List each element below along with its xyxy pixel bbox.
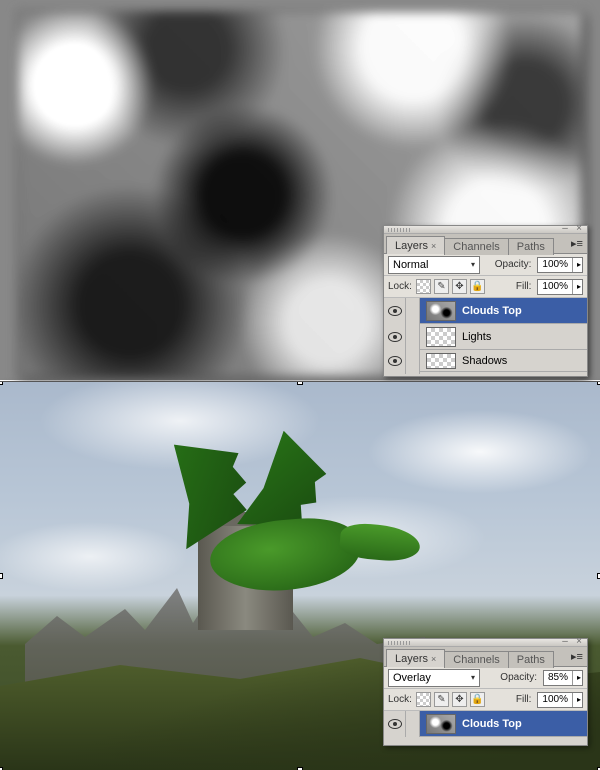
blend-mode-select[interactable]: Normal ▾ <box>388 256 480 274</box>
fill-input[interactable]: 100% ▸ <box>537 692 583 708</box>
popout-icon[interactable]: ▸ <box>572 258 582 272</box>
visibility-toggle[interactable] <box>384 324 406 350</box>
layers-panel-bottom[interactable]: – × Layers× Channels Paths ▸≡ Overlay ▾ … <box>383 638 588 746</box>
tab-paths[interactable]: Paths <box>508 238 554 255</box>
tab-close-icon[interactable]: × <box>431 654 436 664</box>
tab-channels[interactable]: Channels <box>444 651 508 668</box>
lock-position-icon[interactable]: ✥ <box>452 279 467 294</box>
popout-icon[interactable]: ▸ <box>572 671 582 685</box>
fill-label: Fill: <box>516 281 532 292</box>
dragon-art <box>150 440 410 600</box>
layer-row[interactable]: Shadows <box>384 350 587 372</box>
layer-row[interactable]: Clouds Top <box>384 711 587 737</box>
lock-position-icon[interactable]: ✥ <box>452 692 467 707</box>
layer-list-top: Clouds Top Lights Shadows <box>384 298 587 372</box>
panel-menu-icon[interactable]: ▸≡ <box>571 237 587 250</box>
tab-close-icon[interactable]: × <box>431 241 436 251</box>
panel-tabs: Layers× Channels Paths ▸≡ <box>384 234 587 254</box>
fill-value: 100% <box>538 281 572 292</box>
eye-icon <box>388 356 402 366</box>
lock-label: Lock: <box>388 694 412 705</box>
lock-pixels-icon[interactable]: ✎ <box>434 692 449 707</box>
link-column[interactable] <box>406 324 420 350</box>
opacity-label: Opacity: <box>500 672 537 683</box>
link-column[interactable] <box>406 711 420 737</box>
blend-mode-select[interactable]: Overlay ▾ <box>388 669 480 687</box>
close-icon[interactable]: × <box>573 639 585 647</box>
lock-icons: ✎ ✥ 🔒 <box>416 279 485 294</box>
chevron-down-icon: ▾ <box>471 673 475 682</box>
lock-fill-row: Lock: ✎ ✥ 🔒 Fill: 100% ▸ <box>384 689 587 711</box>
layer-row[interactable]: Clouds Top <box>384 298 587 324</box>
blend-opacity-row: Overlay ▾ Opacity: 85% ▸ <box>384 667 587 689</box>
layer-thumbnail[interactable] <box>426 714 456 734</box>
layer-name: Clouds Top <box>462 718 522 730</box>
eye-icon <box>388 332 402 342</box>
layer-thumbnail[interactable] <box>426 327 456 347</box>
lock-pixels-icon[interactable]: ✎ <box>434 279 449 294</box>
chevron-down-icon: ▾ <box>471 260 475 269</box>
link-column[interactable] <box>406 348 420 374</box>
fill-label: Fill: <box>516 694 532 705</box>
blend-mode-value: Normal <box>393 259 428 271</box>
opacity-label: Opacity: <box>495 259 532 270</box>
blend-mode-value: Overlay <box>393 672 431 684</box>
lock-icons: ✎ ✥ 🔒 <box>416 692 485 707</box>
layer-row[interactable]: Lights <box>384 324 587 350</box>
link-column[interactable] <box>406 298 420 324</box>
workspace-top: – × Layers× Channels Paths ▸≡ Normal ▾ O… <box>0 0 600 380</box>
panel-tabs: Layers× Channels Paths ▸≡ <box>384 647 587 667</box>
layers-panel-top[interactable]: – × Layers× Channels Paths ▸≡ Normal ▾ O… <box>383 225 588 377</box>
close-icon[interactable]: × <box>573 226 585 234</box>
tab-layers[interactable]: Layers× <box>386 649 445 667</box>
eye-icon <box>388 306 402 316</box>
layer-name: Clouds Top <box>462 305 522 317</box>
opacity-input[interactable]: 85% ▸ <box>543 670 583 686</box>
panel-menu-icon[interactable]: ▸≡ <box>571 650 587 663</box>
popout-icon[interactable]: ▸ <box>572 280 582 294</box>
lock-all-icon[interactable]: 🔒 <box>470 279 485 294</box>
visibility-toggle[interactable] <box>384 348 406 374</box>
popout-icon[interactable]: ▸ <box>572 693 582 707</box>
layer-thumbnail[interactable] <box>426 353 456 369</box>
lock-label: Lock: <box>388 281 412 292</box>
blend-opacity-row: Normal ▾ Opacity: 100% ▸ <box>384 254 587 276</box>
lock-fill-row: Lock: ✎ ✥ 🔒 Fill: 100% ▸ <box>384 276 587 298</box>
workspace-bottom: – × Layers× Channels Paths ▸≡ Overlay ▾ … <box>0 382 600 770</box>
layer-name: Shadows <box>462 355 507 367</box>
eye-icon <box>388 719 402 729</box>
layer-thumbnail[interactable] <box>426 301 456 321</box>
layer-list-bottom: Clouds Top <box>384 711 587 737</box>
tab-channels[interactable]: Channels <box>444 238 508 255</box>
lock-transparency-icon[interactable] <box>416 692 431 707</box>
tab-paths[interactable]: Paths <box>508 651 554 668</box>
layer-name: Lights <box>462 331 491 343</box>
opacity-input[interactable]: 100% ▸ <box>537 257 583 273</box>
tab-layers[interactable]: Layers× <box>386 236 445 254</box>
lock-all-icon[interactable]: 🔒 <box>470 692 485 707</box>
minimize-icon[interactable]: – <box>559 226 571 234</box>
opacity-value: 100% <box>538 259 572 270</box>
panel-grip[interactable]: – × <box>384 226 587 234</box>
lock-transparency-icon[interactable] <box>416 279 431 294</box>
fill-input[interactable]: 100% ▸ <box>537 279 583 295</box>
panel-grip[interactable]: – × <box>384 639 587 647</box>
fill-value: 100% <box>538 694 572 705</box>
visibility-toggle[interactable] <box>384 711 406 737</box>
visibility-toggle[interactable] <box>384 298 406 324</box>
minimize-icon[interactable]: – <box>559 639 571 647</box>
opacity-value: 85% <box>544 672 572 683</box>
